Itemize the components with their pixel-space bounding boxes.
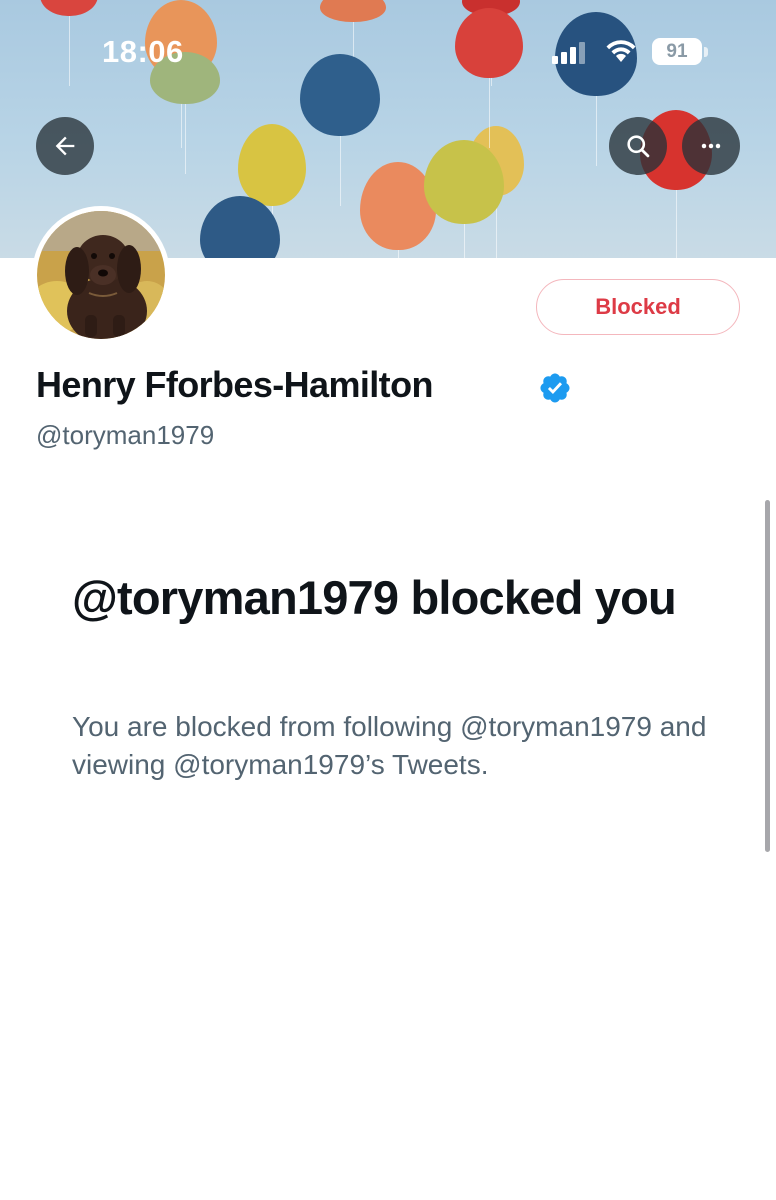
status-bar: 18:06 91 (0, 0, 776, 100)
more-horizontal-icon (701, 143, 721, 149)
blocked-notice-description: You are blocked from following @toryman1… (72, 711, 707, 780)
blocked-notice-heading: @toryman1979 blocked you (72, 571, 677, 624)
banner-balloon (424, 140, 504, 258)
cellular-signal-icon (552, 42, 592, 64)
search-icon (627, 135, 650, 158)
dog-avatar-image (37, 211, 165, 339)
profile-handle: @toryman1979 (36, 420, 215, 450)
wifi-icon (606, 40, 636, 62)
banner-balloon (238, 124, 306, 258)
blocked-button[interactable]: Blocked (536, 279, 740, 335)
battery-tip (704, 47, 708, 57)
search-button[interactable] (609, 117, 667, 175)
back-button[interactable] (36, 117, 94, 175)
profile-avatar[interactable] (32, 206, 170, 344)
arrow-left-icon (55, 136, 75, 156)
battery-indicator: 91 (652, 38, 702, 65)
verified-badge-icon (540, 373, 570, 403)
scrollbar[interactable] (765, 500, 770, 852)
status-time: 18:06 (102, 34, 184, 69)
more-options-button[interactable] (682, 117, 740, 175)
profile-display-name: Henry Fforbes-Hamilton (36, 364, 433, 405)
